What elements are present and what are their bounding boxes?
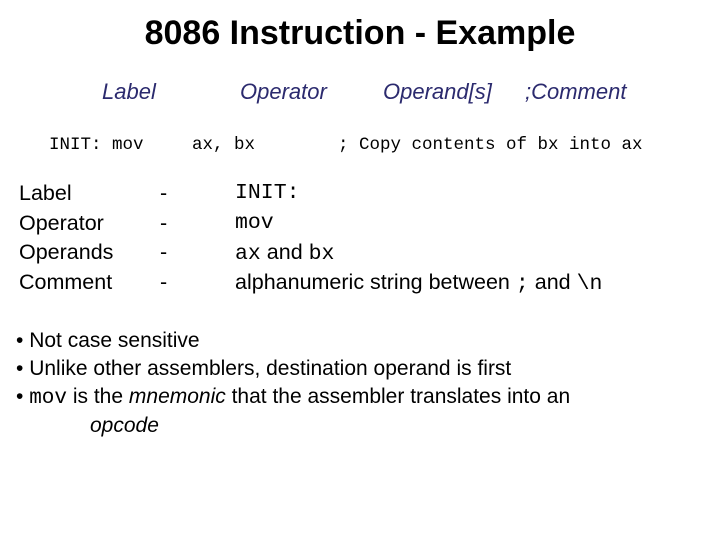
def-term-operator: Operator [19,210,104,235]
code-label-operator: INIT: mov [49,135,144,155]
bullet-icon: • [16,385,24,408]
def-separator: - [160,269,168,294]
bullet-text: Unlike other assemblers, destination ope… [29,357,512,380]
def-term-label: Label [19,181,72,205]
def-term-operands: Operands [19,240,114,264]
def-separator: - [160,181,168,205]
def-separator: - [160,240,168,264]
bullet-text: that the assembler translates into an [225,385,571,408]
code-ax: ax [235,242,261,266]
bullet-item: • Unlike other assemblers, destination o… [16,355,511,383]
code-mov: mov [29,387,68,410]
bullet-item: • Not case sensitive [16,327,200,355]
def-value-label: INIT: [235,181,300,205]
header-operands: Operand[s] [383,79,492,104]
def-and-text: and [528,269,577,294]
code-semicolon: ; [515,271,529,296]
emphasis-opcode: opcode [90,414,159,437]
code-comment: ; Copy contents of bx into ax [338,135,643,155]
bullet-icon: • [16,357,24,380]
code-bx: bx [308,242,335,266]
bullet-icon: • [16,329,24,352]
header-label: Label [102,79,156,104]
slide-title: 8086 Instruction - Example [144,14,576,52]
def-comment-text: alphanumeric string between [235,269,516,294]
bullet-item: • mov is the mnemonic that the assembler… [16,383,570,413]
def-value-operator: mov [235,210,274,235]
def-and-text: and [260,240,309,264]
header-comment: ;Comment [525,79,627,104]
def-separator: - [160,210,168,235]
code-operands: ax, bx [192,135,256,155]
bullet-text: is the [67,385,129,408]
def-value-operands: ax and bx [235,238,334,270]
bullet-text: Not case sensitive [29,329,200,352]
def-term-comment: Comment [19,269,113,294]
header-operator: Operator [240,79,327,104]
code-newline: \n [576,271,603,296]
def-value-comment: alphanumeric string between ; and \n [235,268,602,300]
emphasis-mnemonic: mnemonic [128,385,226,408]
